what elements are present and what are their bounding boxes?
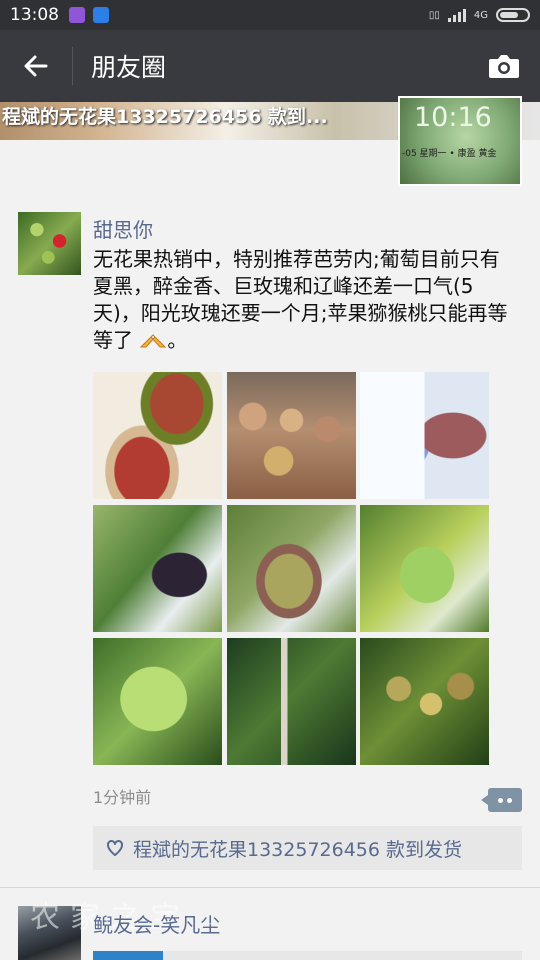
status-time: 13:08 [10, 5, 59, 25]
network-label: 4G [473, 9, 488, 21]
top-navigation-bar: 朋友圈 [0, 30, 540, 102]
battery-icon [496, 8, 530, 22]
next-moment-post: 农家之宝 鲵友会-笑凡尘 [0, 888, 540, 960]
back-arrow-icon [24, 55, 48, 77]
dark-grape-photo[interactable] [93, 505, 222, 632]
fig-basket-photo[interactable] [227, 372, 356, 499]
cover-caption: 程斌的无花果13325726456 款到... [2, 106, 328, 128]
app-notification-icon [93, 7, 109, 23]
avatar-date-text: -05 星期一 • 康盈 黄金 [402, 149, 497, 159]
camera-button[interactable] [468, 30, 540, 102]
next-author-name[interactable]: 鲵友会-笑凡尘 [93, 909, 220, 938]
post-message-ending: 。 [167, 328, 188, 352]
praying-hands-icon [140, 334, 167, 348]
profile-avatar[interactable]: 10:16 -05 星期一 • 康盈 黄金 [398, 96, 522, 186]
heart-icon [107, 840, 123, 856]
author-name[interactable]: 甜思你 [93, 214, 153, 243]
orchard-photo[interactable] [227, 638, 356, 765]
moment-post: 甜思你 无花果热销中，特别推荐芭劳内;葡萄目前只有夏黑，醉金香、巨玫瑰和辽峰还差… [0, 190, 540, 885]
next-post-preview [93, 951, 522, 960]
author-avatar[interactable] [18, 212, 81, 275]
navigation-divider [72, 47, 73, 85]
liked-by-user[interactable]: 程斌的无花果13325726456 款到发货 [133, 835, 462, 862]
refractometer-photo[interactable] [360, 372, 489, 499]
green-grape-bunch-photo[interactable] [93, 638, 222, 765]
green-grape-vine-photo[interactable] [360, 505, 489, 632]
back-button[interactable] [0, 30, 72, 102]
fruit-branch-photo[interactable] [360, 638, 489, 765]
comment-button[interactable] [481, 788, 522, 812]
vibrate-icon: ▯▯ [428, 9, 440, 21]
post-text: 无花果热销中，特别推荐芭劳内;葡萄目前只有夏黑，醉金香、巨玫瑰和辽峰还差一口气(… [93, 246, 519, 354]
fig-cut-photo[interactable] [93, 372, 222, 499]
avatar-clock-text: 10:16 [414, 102, 492, 133]
page-title: 朋友圈 [91, 53, 167, 82]
photo-grid [93, 372, 489, 765]
likes-panel: 程斌的无花果13325726456 款到发货 [93, 826, 522, 870]
post-time: 1分钟前 [93, 788, 152, 807]
app-notification-icon [69, 7, 85, 23]
signal-icon [447, 8, 466, 22]
mixed-grape-photo[interactable] [227, 505, 356, 632]
status-bar: 13:08 ▯▯ 4G [0, 0, 540, 30]
status-indicators: ▯▯ 4G [429, 8, 530, 22]
camera-icon [489, 55, 519, 78]
